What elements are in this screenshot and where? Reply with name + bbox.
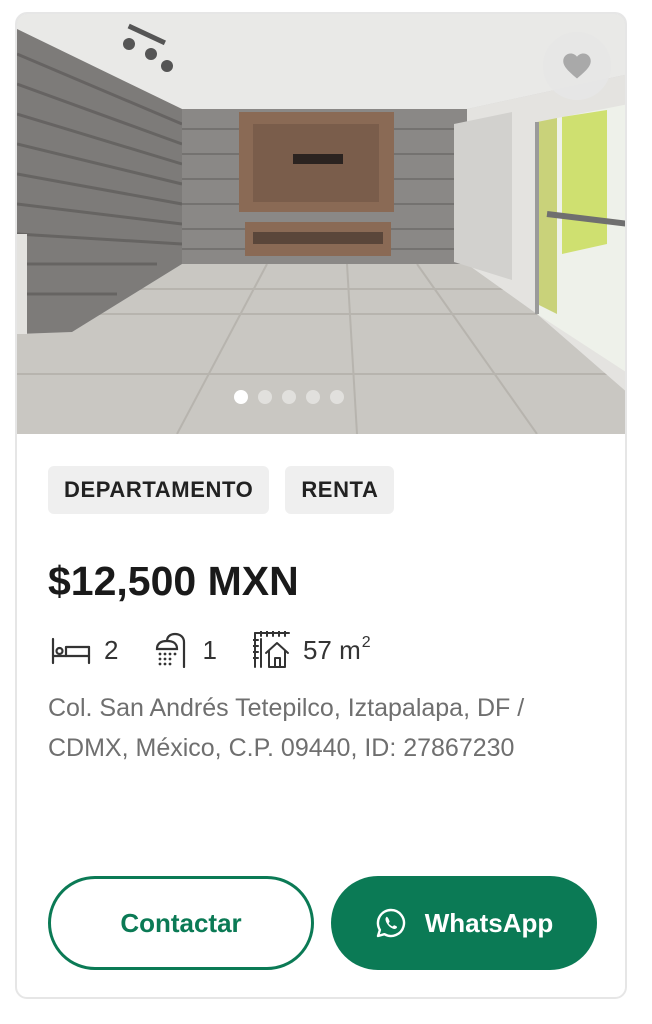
bathrooms-count: 1 (202, 634, 217, 665)
bathrooms-spec: 1 (154, 632, 217, 668)
area-spec: 57 m2 (252, 631, 371, 669)
carousel-dot[interactable] (282, 390, 296, 404)
carousel-dots (17, 390, 595, 404)
bedrooms-count: 2 (104, 634, 119, 665)
area-value: 57 m2 (302, 634, 371, 665)
property-specs: 2 1 57 m2 (50, 630, 407, 670)
whatsapp-button-label: WhatsApp (424, 907, 554, 938)
listing-photo[interactable] (17, 14, 625, 434)
carousel-dot[interactable] (258, 390, 272, 404)
carousel-dot[interactable] (306, 390, 320, 404)
listing-card[interactable]: DEPARTAMENTO RENTA $12,500 MXN 2 1 57 m2… (15, 12, 627, 999)
listing-address: Col. San Andrés Tetepilco, Iztapalapa, D… (48, 694, 525, 762)
favorite-button[interactable] (543, 32, 611, 100)
room-photo-image (17, 14, 625, 434)
whatsapp-button[interactable]: WhatsApp (331, 876, 597, 970)
contact-button[interactable]: Contactar (48, 876, 314, 970)
operation-type-tag: RENTA (285, 466, 395, 514)
listing-price: $12,500 MXN (48, 558, 299, 604)
bedrooms-spec: 2 (50, 635, 118, 666)
bed-icon (51, 637, 91, 665)
property-type-tag: DEPARTAMENTO (48, 466, 270, 514)
whatsapp-icon (376, 908, 405, 938)
carousel-dot[interactable] (234, 390, 248, 404)
carousel-dot[interactable] (330, 390, 344, 404)
floorplan-icon (252, 631, 290, 668)
shower-icon (156, 632, 186, 668)
heart-icon (563, 53, 591, 79)
property-tags: DEPARTAMENTO RENTA (48, 466, 395, 514)
contact-button-label: Contactar (120, 907, 242, 938)
